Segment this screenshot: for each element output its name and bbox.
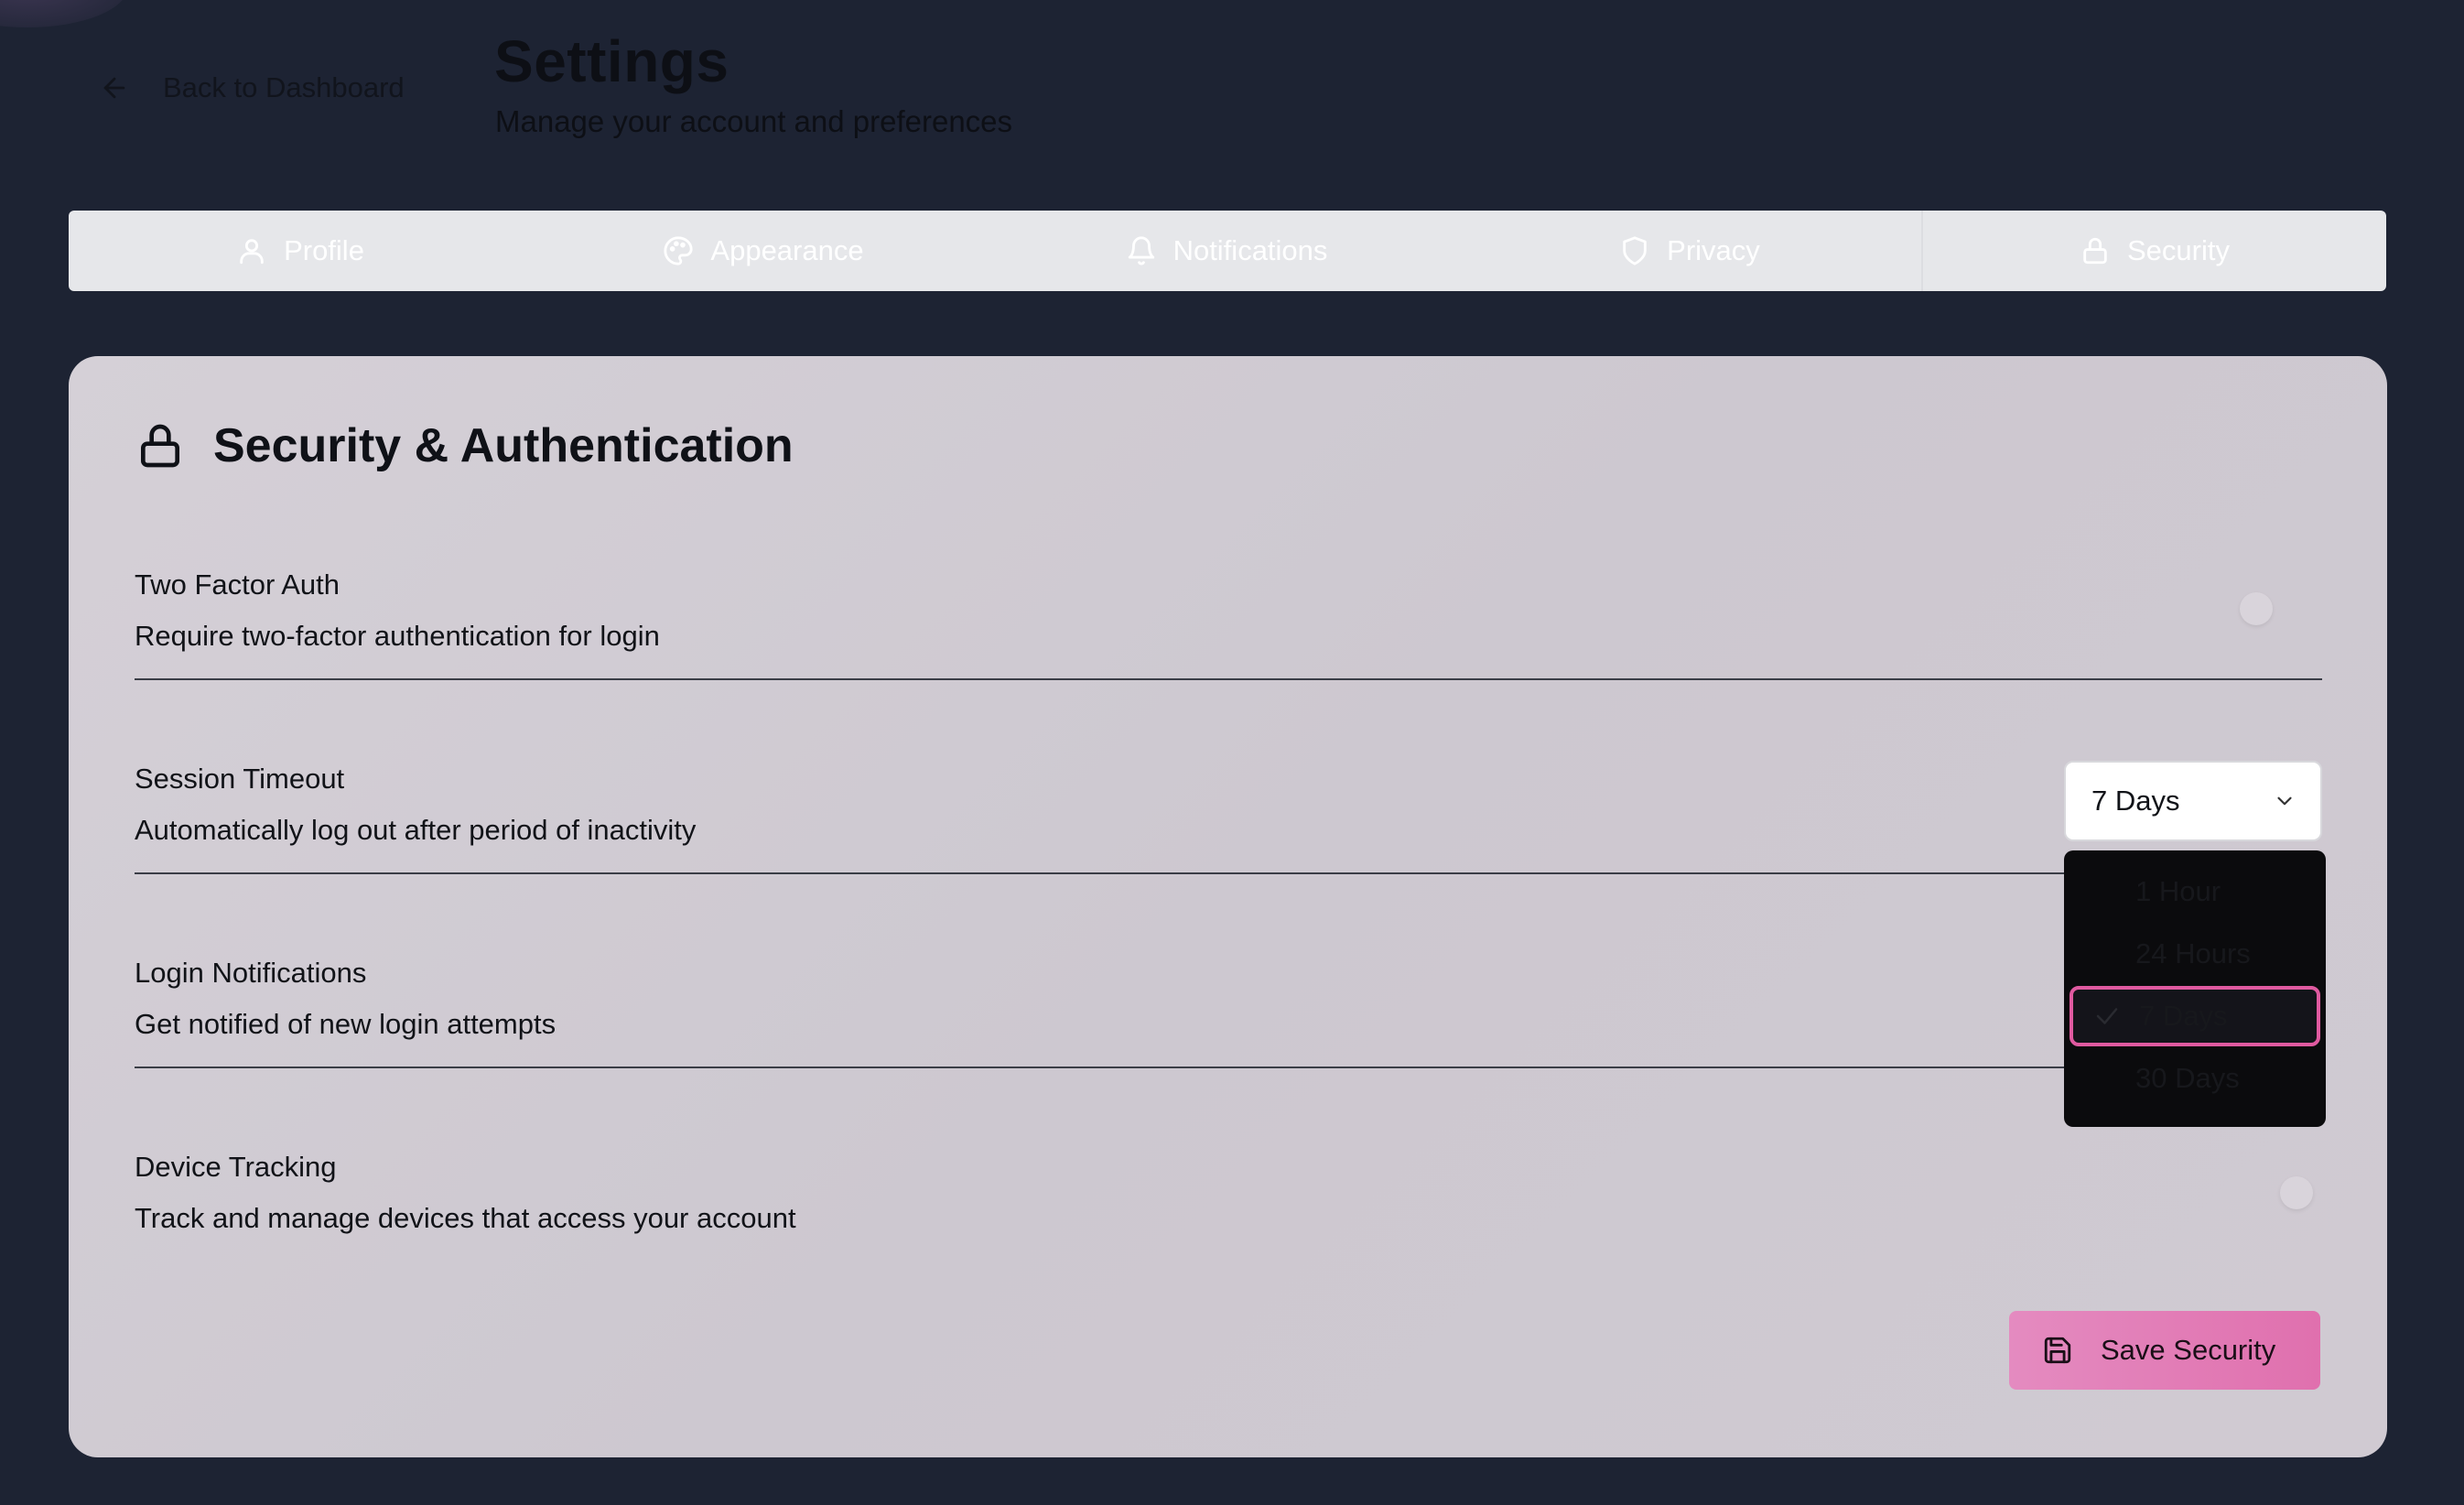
setting-description: Track and manage devices that access you… (135, 1202, 796, 1234)
setting-session-timeout: Session Timeout Automatically log out af… (135, 763, 2322, 874)
page-title: Settings (494, 28, 729, 94)
tab-privacy[interactable]: Privacy (1458, 211, 1921, 291)
check-icon (2096, 1008, 2118, 1024)
option-label: 1 Hour (2135, 875, 2221, 907)
option-label: 7 Days (2139, 1000, 2228, 1032)
session-timeout-dropdown: 1 Hour 24 Hours 7 Days 30 Days (2064, 850, 2326, 1127)
setting-login-notifications: Login Notifications Get notified of new … (135, 957, 2322, 1068)
tab-label: Notifications (1173, 234, 1328, 266)
tab-label: Privacy (1667, 234, 1760, 266)
save-icon (2044, 1337, 2071, 1364)
option-30-days[interactable]: 30 Days (2070, 1048, 2320, 1109)
option-7-days[interactable]: 7 Days (2070, 986, 2320, 1046)
corner-glow (0, 0, 128, 27)
shield-icon (1623, 236, 1647, 265)
save-security-button[interactable]: Save Security (2009, 1311, 2320, 1390)
setting-label: Device Tracking (135, 1151, 337, 1183)
security-card: Security & Authentication Two Factor Aut… (69, 356, 2387, 1457)
back-to-dashboard-link[interactable]: Back to Dashboard (99, 66, 405, 110)
section-header: Security & Authentication (135, 418, 794, 473)
divider (135, 678, 2322, 680)
select-value: 7 Days (2091, 785, 2180, 817)
page-subtitle: Manage your account and preferences (495, 104, 1013, 138)
option-label: 24 Hours (2135, 937, 2251, 969)
option-label: 30 Days (2135, 1062, 2240, 1094)
tab-notifications[interactable]: Notifications (995, 211, 1458, 291)
setting-description: Require two-factor authentication for lo… (135, 620, 660, 652)
save-button-label: Save Security (2101, 1334, 2276, 1366)
bell-icon (1128, 236, 1154, 265)
device-tracking-toggle[interactable] (2280, 1176, 2313, 1209)
option-1-hour[interactable]: 1 Hour (2070, 861, 2320, 922)
palette-icon (664, 236, 693, 265)
two-factor-toggle[interactable] (2240, 592, 2273, 625)
setting-label: Two Factor Auth (135, 568, 340, 601)
lock-icon (2083, 237, 2107, 265)
divider (135, 872, 2322, 874)
setting-two-factor: Two Factor Auth Require two-factor authe… (135, 568, 2322, 680)
tab-appearance[interactable]: Appearance (532, 211, 995, 291)
settings-tabs: Profile Appearance Notifications Privacy… (69, 211, 2386, 291)
session-timeout-select[interactable]: 7 Days (2064, 761, 2322, 841)
setting-label: Session Timeout (135, 763, 345, 795)
tab-profile[interactable]: Profile (69, 211, 532, 291)
arrow-left-icon (103, 77, 125, 99)
tab-security[interactable]: Security (1921, 211, 2386, 291)
setting-description: Get notified of new login attempts (135, 1008, 557, 1040)
back-link-label: Back to Dashboard (163, 71, 405, 103)
chevron-down-icon (2277, 796, 2292, 806)
tab-label: Security (2127, 234, 2230, 266)
setting-description: Automatically log out after period of in… (135, 814, 697, 846)
tab-label: Appearance (710, 234, 864, 266)
divider (135, 1066, 2322, 1068)
setting-device-tracking: Device Tracking Track and manage devices… (135, 1151, 2322, 1234)
setting-label: Login Notifications (135, 957, 367, 989)
user-icon (240, 239, 264, 265)
lock-icon (141, 424, 179, 468)
section-title: Security & Authentication (213, 419, 794, 472)
option-24-hours[interactable]: 24 Hours (2070, 924, 2320, 984)
tab-label: Profile (284, 234, 364, 266)
